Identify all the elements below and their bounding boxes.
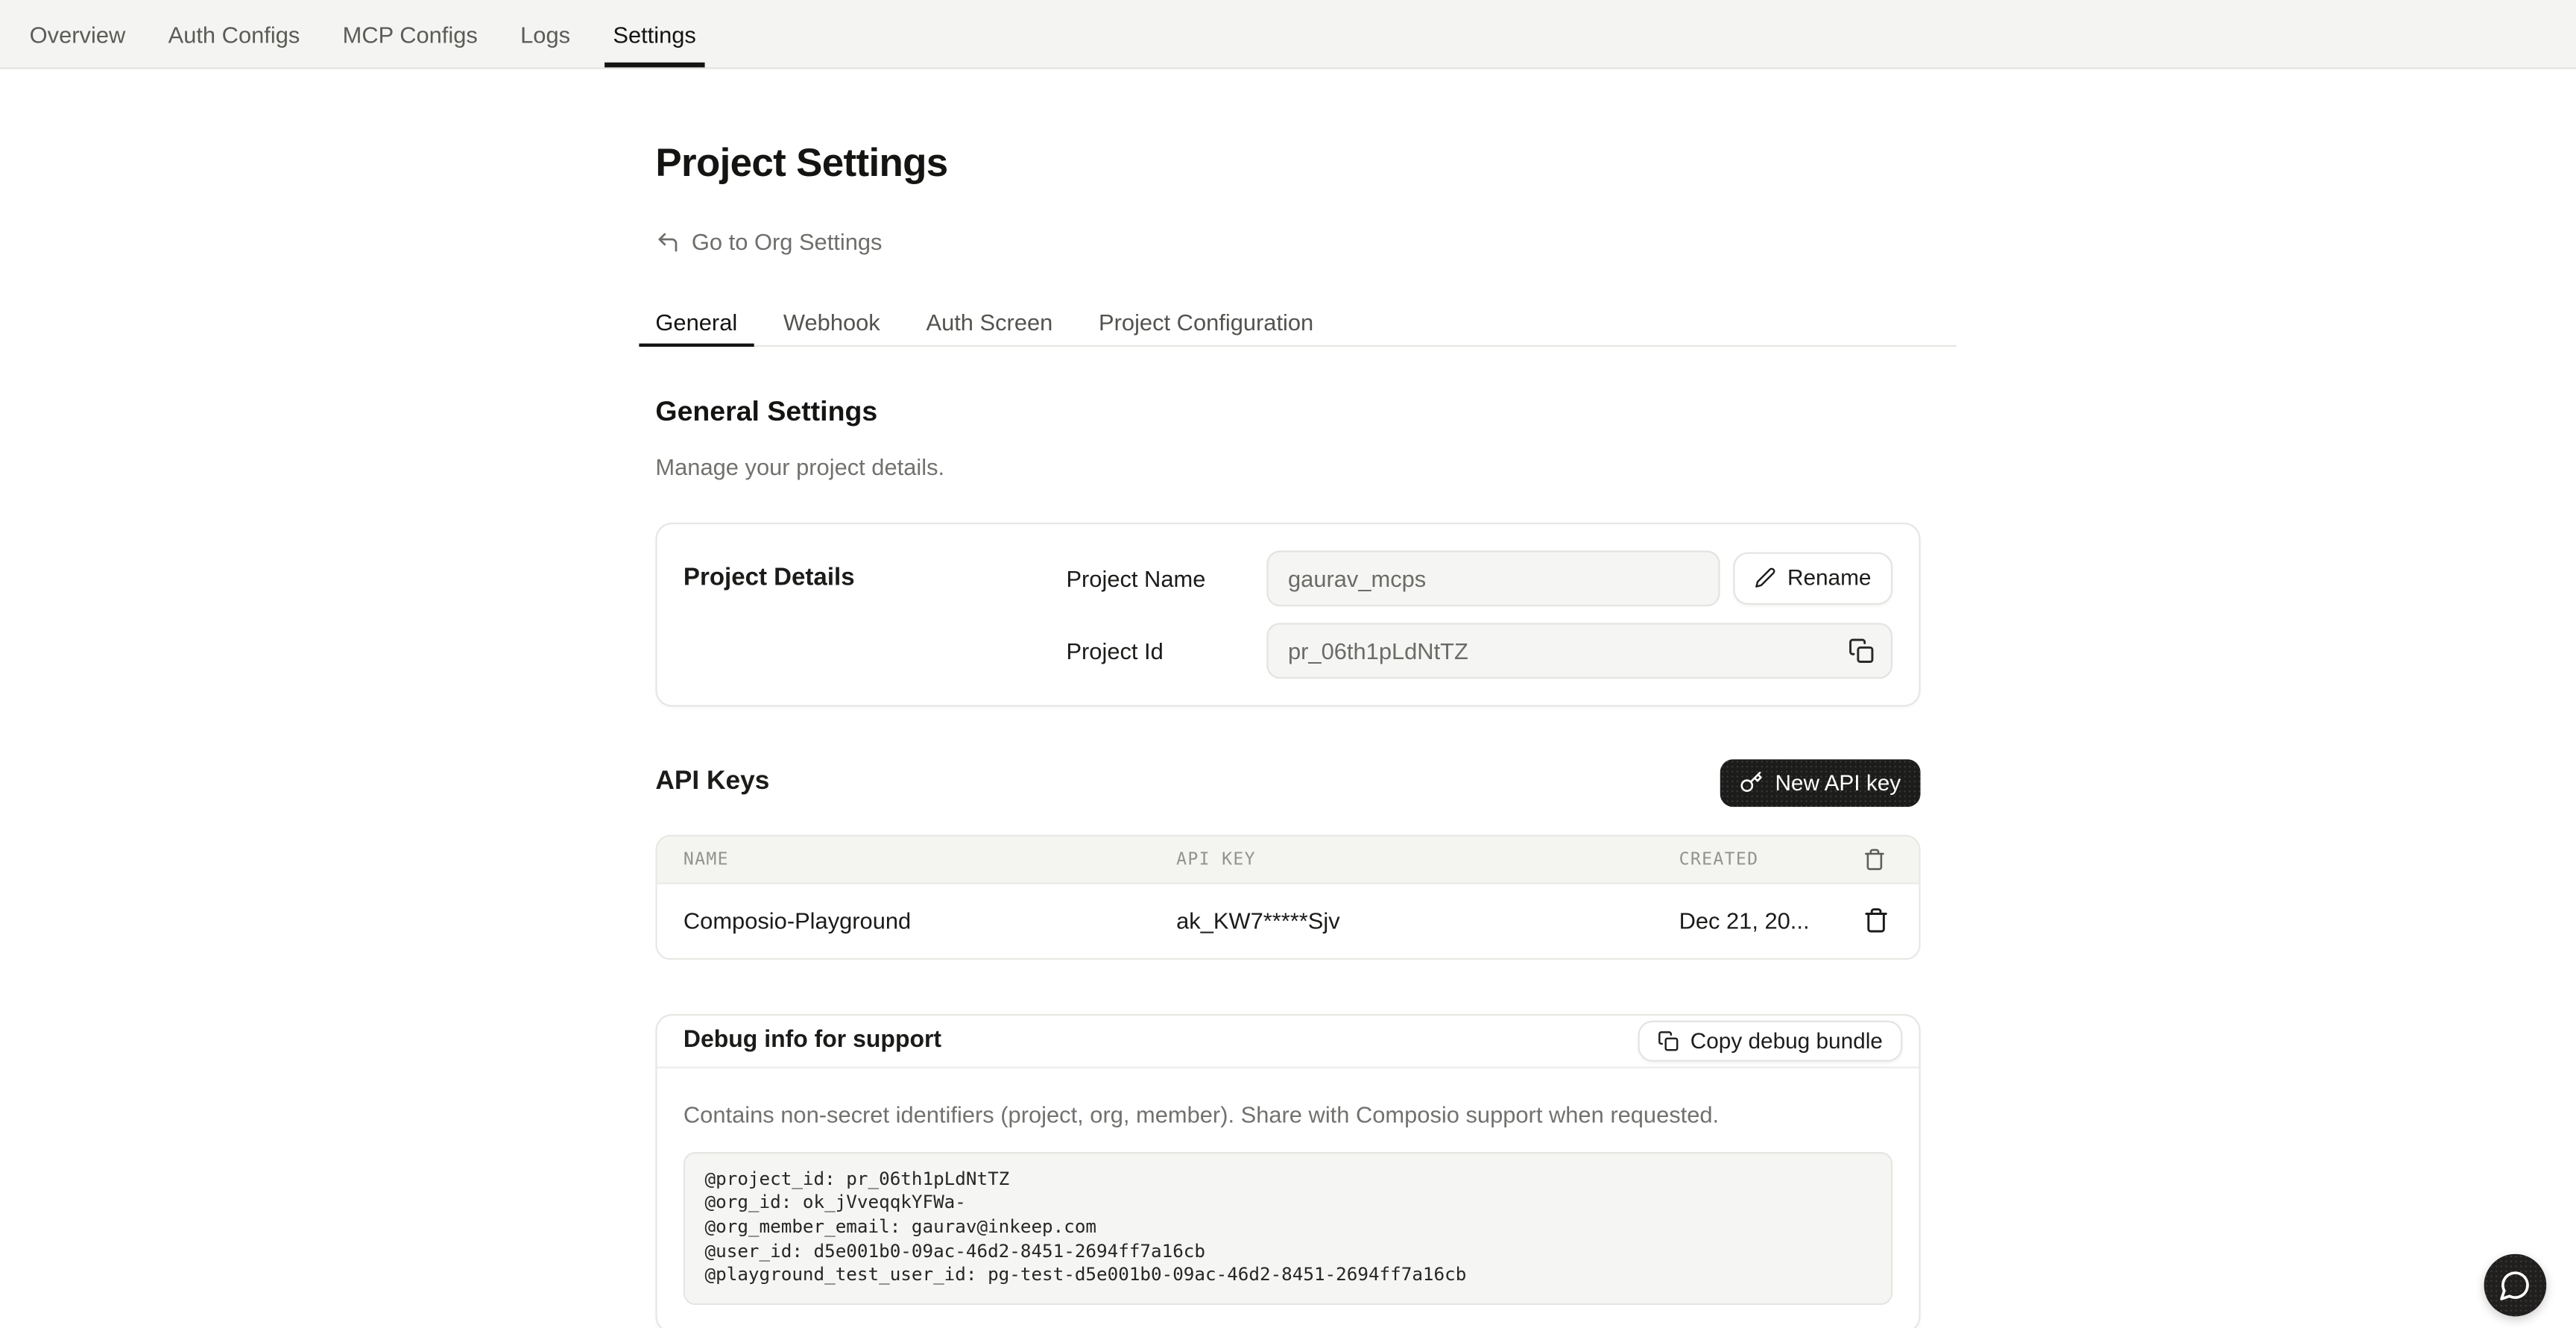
project-details-card: Project Details Project Name gaurav_mcps… bbox=[655, 522, 1920, 706]
general-settings-heading: General Settings bbox=[655, 394, 1920, 428]
key-icon bbox=[1740, 771, 1764, 794]
api-keys-table: NAME API KEY CREATED Composio-Playground… bbox=[655, 834, 1920, 960]
api-key-created-cell: Dec 21, 20... bbox=[1679, 907, 1863, 934]
copy-icon[interactable] bbox=[1849, 638, 1875, 664]
tab-project-configuration[interactable]: Project Configuration bbox=[1082, 309, 1330, 347]
tab-general[interactable]: General bbox=[639, 309, 754, 347]
api-keys-heading: API Keys bbox=[655, 768, 769, 798]
project-name-input[interactable]: gaurav_mcps bbox=[1266, 550, 1720, 606]
go-to-org-settings-link[interactable]: Go to Org Settings bbox=[655, 229, 882, 255]
api-keys-table-header: NAME API KEY CREATED bbox=[657, 836, 1919, 882]
nav-item-overview[interactable]: Overview bbox=[22, 0, 134, 67]
new-api-key-label: New API key bbox=[1775, 770, 1901, 795]
debug-line-org-member-email: @org_member_email: gaurav@inkeep.com bbox=[705, 1216, 1872, 1240]
nav-item-settings[interactable]: Settings bbox=[604, 0, 704, 67]
debug-info-heading: Debug info for support bbox=[684, 1028, 941, 1054]
nav-item-mcp-configs[interactable]: MCP Configs bbox=[335, 0, 486, 67]
trash-icon bbox=[1863, 848, 1886, 871]
debug-line-org-id: @org_id: ok_jVveqqkYFWa- bbox=[705, 1192, 1872, 1216]
settings-tabs: General Webhook Auth Screen Project Conf… bbox=[639, 309, 1957, 347]
content-column: Project Settings Go to Org Settings Gene… bbox=[655, 69, 1920, 1328]
project-id-input[interactable]: pr_06th1pLdNtTZ bbox=[1266, 623, 1892, 679]
col-header-name: NAME bbox=[684, 849, 1176, 869]
debug-line-project-id: @project_id: pr_06th1pLdNtTZ bbox=[705, 1168, 1872, 1192]
debug-line-user-id: @user_id: d5e001b0-09ac-46d2-8451-2694ff… bbox=[705, 1240, 1872, 1264]
message-bubble-icon bbox=[2498, 1269, 2531, 1302]
app-window: Overview Auth Configs MCP Configs Logs S… bbox=[0, 0, 2576, 1328]
debug-line-playground-test-user-id: @playground_test_user_id: pg-test-d5e001… bbox=[705, 1264, 1872, 1288]
rename-button[interactable]: Rename bbox=[1733, 552, 1892, 605]
project-details-heading: Project Details bbox=[684, 550, 1067, 679]
api-key-name-cell: Composio-Playground bbox=[684, 907, 1176, 934]
copy-debug-bundle-label: Copy debug bundle bbox=[1690, 1028, 1883, 1053]
project-name-label: Project Name bbox=[1066, 565, 1266, 591]
project-id-row: Project Id pr_06th1pLdNtTZ bbox=[1066, 623, 1892, 679]
tab-webhook[interactable]: Webhook bbox=[767, 309, 897, 347]
debug-info-card: Debug info for support Copy debug bundle… bbox=[655, 1013, 1920, 1327]
debug-bundle-code-block: @project_id: pr_06th1pLdNtTZ @org_id: ok… bbox=[684, 1152, 1892, 1305]
debug-info-body: Contains non-secret identifiers (project… bbox=[657, 1068, 1919, 1328]
nav-item-auth-configs[interactable]: Auth Configs bbox=[160, 0, 309, 67]
col-header-api-key: API KEY bbox=[1176, 849, 1679, 869]
pencil-icon bbox=[1755, 567, 1776, 589]
new-api-key-button[interactable]: New API key bbox=[1721, 759, 1921, 807]
api-key-value-cell: ak_KW7*****Sjv bbox=[1176, 907, 1679, 934]
project-id-value: pr_06th1pLdNtTZ bbox=[1288, 638, 1468, 664]
tab-auth-screen[interactable]: Auth Screen bbox=[909, 309, 1069, 347]
project-id-label: Project Id bbox=[1066, 638, 1266, 664]
top-navigation: Overview Auth Configs MCP Configs Logs S… bbox=[0, 0, 2576, 69]
copy-debug-bundle-button[interactable]: Copy debug bundle bbox=[1638, 1020, 1902, 1061]
delete-api-key-button[interactable] bbox=[1863, 907, 1889, 934]
nav-item-logs[interactable]: Logs bbox=[512, 0, 578, 67]
copy-icon bbox=[1658, 1030, 1679, 1051]
corner-up-left-icon bbox=[655, 230, 680, 254]
go-to-org-settings-label: Go to Org Settings bbox=[692, 229, 883, 255]
api-key-table-row: Composio-Playground ak_KW7*****Sjv Dec 2… bbox=[657, 882, 1919, 957]
project-details-fields: Project Name gaurav_mcps Rename Project … bbox=[1066, 550, 1892, 679]
api-keys-header: API Keys New API key bbox=[655, 759, 1920, 807]
rename-button-label: Rename bbox=[1787, 566, 1871, 591]
chat-widget-button[interactable] bbox=[2484, 1254, 2547, 1317]
general-settings-subheading: Manage your project details. bbox=[655, 452, 1920, 483]
debug-info-description: Contains non-secret identifiers (project… bbox=[684, 1099, 1892, 1130]
project-name-row: Project Name gaurav_mcps Rename bbox=[1066, 550, 1892, 606]
page-title: Project Settings bbox=[655, 143, 1920, 186]
debug-info-header: Debug info for support Copy debug bundle bbox=[657, 1016, 1919, 1069]
col-header-created: CREATED bbox=[1679, 849, 1863, 869]
